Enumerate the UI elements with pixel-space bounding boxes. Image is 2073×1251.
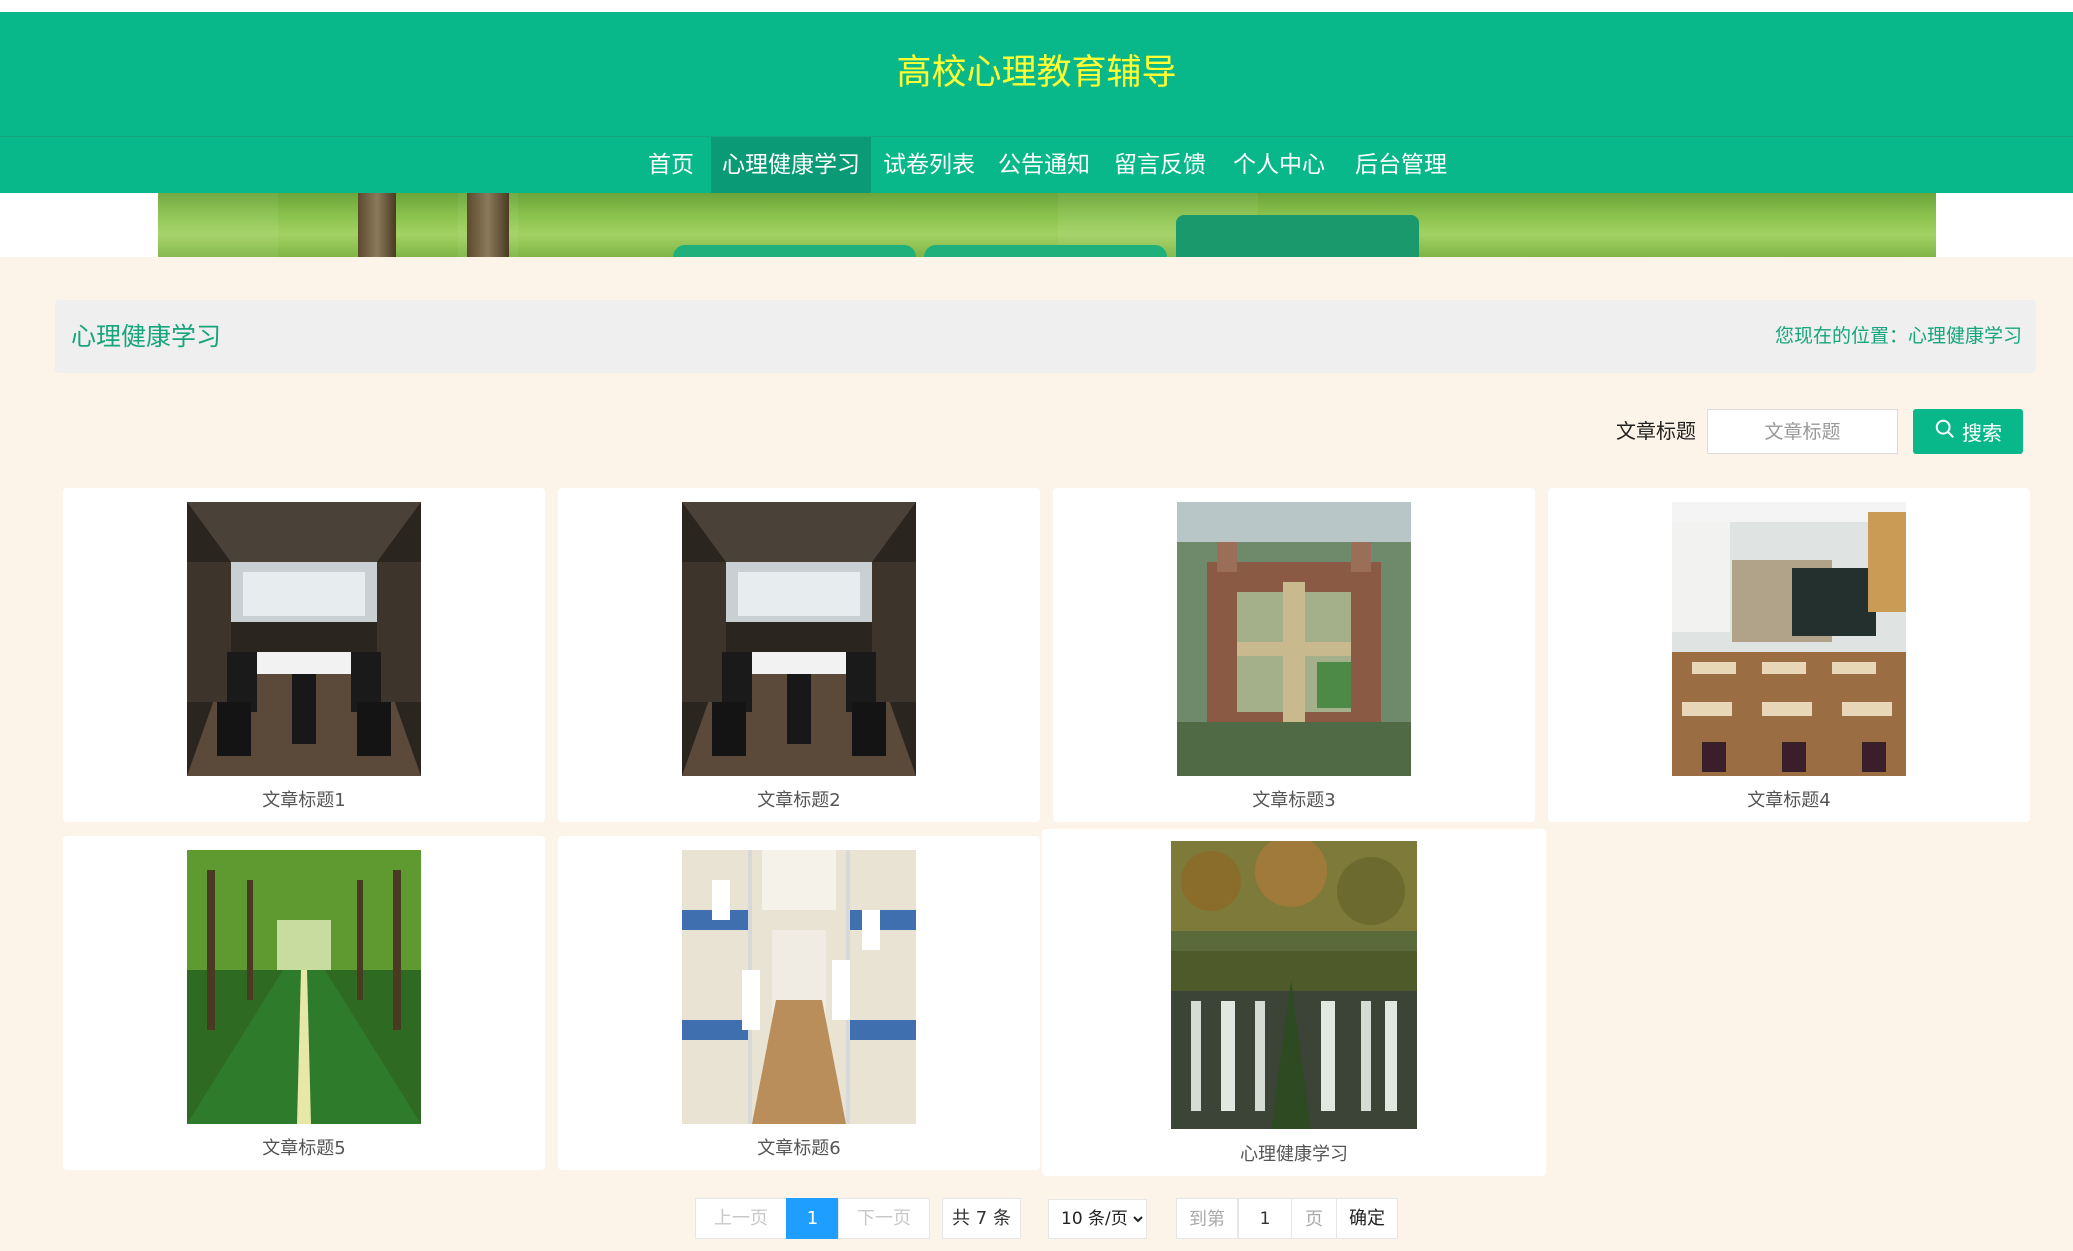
- article-title[interactable]: 文章标题3: [1053, 786, 1535, 812]
- article-title[interactable]: 文章标题4: [1548, 786, 2030, 812]
- confirm-button[interactable]: 确定: [1336, 1198, 1398, 1239]
- waterfall-forest-image[interactable]: [1171, 841, 1417, 1129]
- article-card[interactable]: 文章标题4: [1548, 488, 2030, 822]
- nav-item-announcements[interactable]: 公告通知: [995, 137, 1093, 194]
- prev-page-button[interactable]: 上一页: [695, 1198, 787, 1239]
- article-card[interactable]: 文章标题1: [63, 488, 545, 822]
- article-title[interactable]: 文章标题6: [558, 1134, 1040, 1160]
- site-header: 高校心理教育辅导: [0, 12, 2073, 136]
- article-card[interactable]: 文章标题3: [1053, 488, 1535, 822]
- nav-item-home[interactable]: 首页: [645, 137, 697, 194]
- top-strip: [0, 0, 2073, 12]
- breadcrumb-bar: 心理健康学习 您现在的位置：心理健康学习: [55, 300, 2036, 373]
- search-button-label: 搜索: [1962, 421, 2002, 445]
- article-title[interactable]: 文章标题5: [63, 1134, 545, 1160]
- goto-page-input[interactable]: [1238, 1198, 1292, 1239]
- next-page-button[interactable]: 下一页: [838, 1198, 930, 1239]
- dormitory-image[interactable]: [682, 850, 916, 1124]
- nav-item-exam-list[interactable]: 试卷列表: [881, 137, 977, 194]
- campus-aerial-image[interactable]: [1177, 502, 1411, 776]
- search-button[interactable]: 搜索: [1913, 409, 2023, 454]
- nav-item-feedback[interactable]: 留言反馈: [1111, 137, 1209, 194]
- classroom-image[interactable]: [1672, 502, 1906, 776]
- conference-room-image[interactable]: [682, 502, 916, 776]
- tree-lined-road-image[interactable]: [187, 850, 421, 1124]
- article-card[interactable]: 心理健康学习: [1042, 829, 1546, 1176]
- page-1-button[interactable]: 1: [786, 1198, 839, 1239]
- article-card[interactable]: 文章标题2: [558, 488, 1040, 822]
- total-count: 共 7 条: [942, 1198, 1021, 1239]
- search-input[interactable]: [1707, 409, 1898, 454]
- search-label: 文章标题: [1616, 419, 1696, 443]
- site-title: 高校心理教育辅导: [896, 53, 1177, 93]
- article-title[interactable]: 心理健康学习: [1042, 1140, 1546, 1166]
- page-title: 心理健康学习: [71, 322, 222, 351]
- breadcrumb: 您现在的位置：心理健康学习: [1774, 325, 2022, 347]
- page-size-select[interactable]: 10 条/页: [1048, 1199, 1147, 1239]
- article-card[interactable]: 文章标题5: [63, 836, 545, 1170]
- banner: [0, 193, 2073, 257]
- nav-item-personal-center[interactable]: 个人中心: [1229, 137, 1329, 194]
- goto-label: 到第: [1176, 1198, 1238, 1239]
- main-nav: 首页 心理健康学习 试卷列表 公告通知 留言反馈 个人中心 后台管理: [0, 136, 2073, 194]
- article-title[interactable]: 文章标题2: [558, 786, 1040, 812]
- article-card[interactable]: 文章标题6: [558, 836, 1040, 1170]
- conference-room-image[interactable]: [187, 502, 421, 776]
- nav-item-admin[interactable]: 后台管理: [1351, 137, 1451, 194]
- article-title[interactable]: 文章标题1: [63, 786, 545, 812]
- nav-item-psychology-study[interactable]: 心理健康学习: [711, 137, 871, 194]
- banner-image: [158, 193, 1936, 257]
- page-suffix: 页: [1291, 1198, 1337, 1239]
- search-icon: [1934, 418, 1956, 445]
